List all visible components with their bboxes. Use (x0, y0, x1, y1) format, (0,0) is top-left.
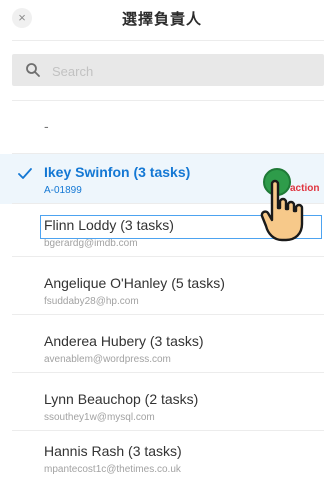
list-item-subtitle: mpantecost1c@thetimes.co.uk (44, 464, 181, 475)
list-item-label: - (44, 118, 49, 134)
row-divider (12, 372, 324, 373)
checkmark-icon (18, 168, 32, 179)
list-item[interactable]: Hannis Rash (3 tasks) mpantecost1c@theti… (0, 433, 324, 483)
header-bar: × 選擇負責人 (0, 0, 324, 42)
row-divider (12, 256, 324, 257)
list-divider (12, 100, 324, 101)
list-item-name: Anderea Hubery (3 tasks) (44, 333, 204, 349)
list-item[interactable]: Lynn Beauchop (2 tasks) ssouthey1w@mysql… (0, 381, 324, 431)
list-item-name: Hannis Rash (3 tasks) (44, 443, 182, 459)
list-item[interactable]: Angelique O'Hanley (5 tasks) fsuddaby28@… (0, 265, 324, 315)
list-item-subtitle: fsuddaby28@hp.com (44, 296, 139, 307)
list-item-none[interactable]: - (0, 104, 324, 154)
list-item-subtitle: A-01899 (44, 185, 82, 196)
header-divider (12, 40, 324, 41)
list-item-subtitle: ssouthey1w@mysql.com (44, 412, 155, 423)
list-item-name: Ikey Swinfon (3 tasks) (44, 164, 191, 180)
search-input[interactable] (50, 54, 314, 88)
list-item-name: Angelique O'Hanley (5 tasks) (44, 275, 225, 291)
list-item-subtitle: bgerardg@imdb.com (44, 238, 138, 249)
search-icon (26, 63, 40, 77)
row-divider (12, 314, 324, 315)
list-item[interactable]: Anderea Hubery (3 tasks) avenablem@wordp… (0, 323, 324, 373)
row-divider (12, 430, 324, 431)
list-item-subtitle: avenablem@wordpress.com (44, 354, 171, 365)
pointing-hand-icon (260, 179, 304, 242)
page-title: 選擇負責人 (121, 11, 202, 28)
list-item-name: Lynn Beauchop (2 tasks) (44, 391, 199, 407)
search-bar[interactable] (12, 54, 324, 88)
